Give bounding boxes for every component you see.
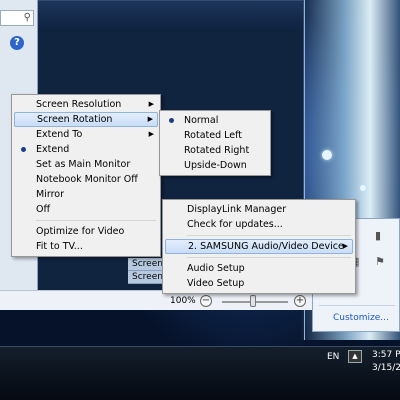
menu-item-label: Extend To bbox=[36, 129, 83, 140]
menu-item-label: Mirror bbox=[36, 189, 64, 200]
menu-item-label: Screen Rotation bbox=[37, 114, 113, 125]
radio-bullet-icon bbox=[169, 118, 174, 123]
show-hidden-icons-button[interactable]: ▲ bbox=[348, 350, 362, 363]
menu-item-label: Rotated Right bbox=[184, 145, 250, 156]
help-icon[interactable]: ? bbox=[10, 36, 24, 50]
radio-bullet-icon bbox=[21, 147, 26, 152]
menu-item-label: Video Setup bbox=[187, 278, 245, 289]
menu-item-displaylink-manager[interactable]: DisplayLink Manager bbox=[165, 202, 353, 217]
menu-item-label: Audio Setup bbox=[187, 263, 245, 274]
menu-item-label: DisplayLink Manager bbox=[187, 204, 287, 215]
menu-item-label: Optimize for Video bbox=[36, 226, 125, 237]
submenu-arrow-icon: ▶ bbox=[148, 130, 154, 138]
menu-item-label: Notebook Monitor Off bbox=[36, 174, 138, 185]
menu-item-off[interactable]: Off bbox=[14, 202, 158, 217]
menu-item-label: Rotated Left bbox=[184, 130, 243, 141]
menu-item-label: Normal bbox=[184, 115, 219, 126]
menu-item-notebook-monitor-off[interactable]: Notebook Monitor Off bbox=[14, 172, 158, 187]
menu-separator bbox=[187, 257, 351, 258]
menu-item-check-updates[interactable]: Check for updates... bbox=[165, 217, 353, 232]
menu-item-rotated-right[interactable]: Rotated Right bbox=[162, 143, 268, 158]
search-input[interactable]: ⚲ bbox=[0, 10, 34, 26]
menu-item-extend-to[interactable]: Extend To ▶ bbox=[14, 127, 158, 142]
displaylink-menu: DisplayLink Manager Check for updates...… bbox=[162, 199, 356, 294]
menu-item-screen-rotation[interactable]: Screen Rotation ▶ bbox=[14, 112, 158, 127]
menu-item-label: Screen Resolution bbox=[36, 99, 122, 110]
rotation-submenu: Normal Rotated Left Rotated Right Upside… bbox=[159, 110, 271, 176]
taskbar bbox=[0, 346, 400, 400]
submenu-arrow-icon: ▶ bbox=[342, 242, 348, 250]
zoom-out-button[interactable]: − bbox=[200, 295, 212, 307]
zoom-level: 100% bbox=[170, 296, 196, 306]
display-context-menu: Screen Resolution ▶ Screen Rotation ▶ Exte… bbox=[11, 94, 161, 257]
clock-date: 3/15/20 bbox=[372, 363, 400, 373]
menu-item-set-main-monitor[interactable]: Set as Main Monitor bbox=[14, 157, 158, 172]
clock-time: 3:57 P bbox=[372, 350, 400, 360]
menu-item-fit-to-tv[interactable]: Fit to TV... bbox=[14, 239, 158, 254]
list-item[interactable]: Screen bbox=[128, 258, 162, 271]
customize-link[interactable]: Customize... bbox=[333, 313, 389, 323]
language-indicator[interactable]: EN bbox=[327, 352, 339, 362]
menu-item-optimize-video[interactable]: Optimize for Video bbox=[14, 224, 158, 239]
menu-item-label: Check for updates... bbox=[187, 219, 283, 230]
menu-item-normal[interactable]: Normal bbox=[162, 113, 268, 128]
zoom-in-button[interactable]: + bbox=[294, 295, 306, 307]
menu-item-label: Fit to TV... bbox=[36, 241, 83, 252]
menu-item-label: Off bbox=[36, 204, 51, 215]
menu-separator bbox=[36, 220, 156, 221]
menu-item-upside-down[interactable]: Upside-Down bbox=[162, 158, 268, 173]
list-item[interactable]: Screen bbox=[128, 271, 162, 284]
menu-item-label: Upside-Down bbox=[184, 160, 247, 171]
menu-separator bbox=[187, 235, 351, 236]
submenu-arrow-icon: ▶ bbox=[147, 115, 153, 123]
menu-item-rotated-left[interactable]: Rotated Left bbox=[162, 128, 268, 143]
screen-list: Screen Screen bbox=[128, 258, 162, 284]
menu-item-label: Extend bbox=[36, 144, 70, 155]
battery-icon[interactable]: ▮ bbox=[375, 229, 381, 242]
search-icon[interactable]: ⚲ bbox=[24, 12, 31, 23]
menu-item-video-setup[interactable]: Video Setup bbox=[165, 276, 353, 291]
menu-item-mirror[interactable]: Mirror bbox=[14, 187, 158, 202]
menu-item-extend[interactable]: Extend bbox=[14, 142, 158, 157]
submenu-arrow-icon: ▶ bbox=[148, 100, 154, 108]
flag-icon[interactable]: ⚑ bbox=[375, 255, 385, 268]
menu-item-screen-resolution[interactable]: Screen Resolution ▶ bbox=[14, 97, 158, 112]
menu-item-audio-setup[interactable]: Audio Setup bbox=[165, 261, 353, 276]
taskbar-clock[interactable]: 3:57 P 3/15/20 bbox=[372, 349, 400, 375]
menu-item-label: Set as Main Monitor bbox=[36, 159, 131, 170]
zoom-slider-thumb[interactable] bbox=[250, 295, 256, 307]
menu-item-label: 2. SAMSUNG Audio/Video Device bbox=[188, 241, 344, 252]
divider bbox=[319, 305, 395, 306]
menu-item-samsung-device[interactable]: 2. SAMSUNG Audio/Video Device ▶ bbox=[165, 239, 353, 254]
